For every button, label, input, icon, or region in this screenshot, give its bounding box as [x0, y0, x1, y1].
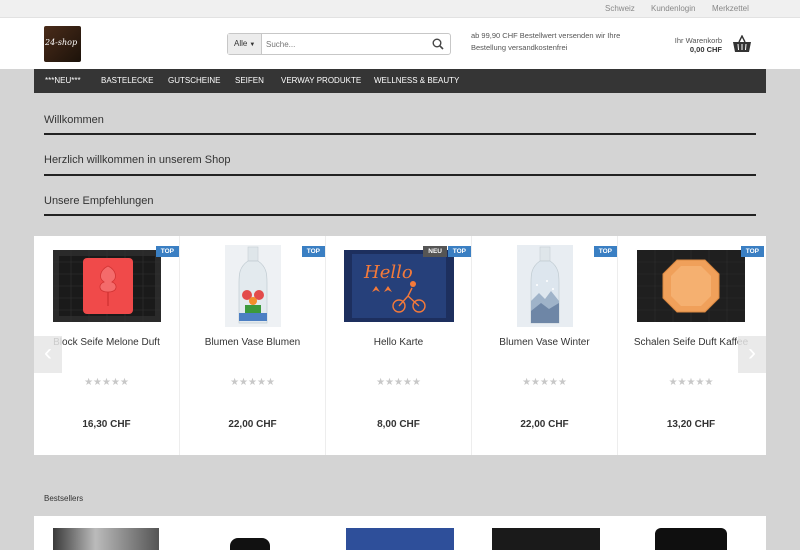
product-price: 22,00 CHF	[228, 419, 277, 430]
cart-value: 0,00 CHF	[689, 45, 722, 54]
nav-item-neu[interactable]: ***NEU***	[45, 76, 81, 85]
product-slider: TOP Block Seife Melone Duft ★★★★★ 16,30 …	[34, 236, 766, 455]
product-price: 13,20 CHF	[666, 419, 716, 430]
product-card[interactable]: TOP Blumen Vase Blumen ★★★★★ 22,00 CHF	[180, 236, 326, 455]
badge-top: TOP	[447, 246, 471, 257]
customer-login-link[interactable]: Kundenlogin	[651, 4, 695, 13]
rating-stars: ★★★★★	[376, 377, 421, 388]
product-image[interactable]: Hello	[343, 250, 454, 322]
section-welcome: Willkommen	[44, 114, 756, 135]
nav-item-seifen[interactable]: Seifen	[235, 76, 264, 85]
badge-top: TOP	[593, 246, 617, 257]
rating-stars: ★★★★★	[522, 377, 567, 388]
product-name[interactable]: Blumen Vase Blumen	[190, 336, 315, 349]
search-icon[interactable]	[432, 38, 444, 50]
rating-stars: ★★★★★	[230, 377, 275, 388]
product-card[interactable]: TOP Blumen Vase Winter ★★★★★ 22,00 CHF	[472, 236, 618, 455]
nav-item-wellness[interactable]: Wellness & Beauty	[374, 76, 459, 85]
wishlist-link[interactable]: Merkzettel	[712, 4, 749, 13]
logo-text: 24-shop	[45, 38, 78, 47]
product-price: 22,00 CHF	[520, 419, 569, 430]
section-recommendations: Unsere Empfehlungen	[44, 195, 756, 216]
bestseller-image[interactable]	[655, 528, 727, 550]
search-category-select[interactable]: Alle ▼	[228, 34, 262, 54]
product-price: 8,00 CHF	[377, 419, 420, 430]
rating-stars: ★★★★★	[668, 377, 714, 388]
product-name[interactable]: Block Seife Melone Duft	[44, 336, 169, 349]
section-greeting-title: Herzlich willkommen in unserem Shop	[44, 154, 231, 166]
product-image[interactable]	[516, 245, 573, 327]
section-welcome-title: Willkommen	[44, 114, 104, 126]
search-category-label: Alle	[234, 39, 248, 48]
search-bar: Alle ▼	[227, 33, 451, 55]
shop-logo[interactable]: 24-shop	[44, 26, 81, 62]
bestseller-image[interactable]	[492, 528, 600, 550]
caret-down-icon: ▼	[249, 42, 256, 48]
basket-icon[interactable]	[732, 35, 752, 53]
cart-title: Ihr Warenkorb	[674, 36, 722, 45]
section-divider	[44, 174, 756, 176]
hello-card-text: Hello	[363, 262, 413, 283]
cart-widget[interactable]: Ihr Warenkorb 0,00 CHF	[660, 34, 770, 58]
top-utility-bar: Schweiz Kundenlogin Merkzettel	[0, 0, 800, 18]
product-image[interactable]	[224, 245, 281, 327]
main-navigation: ***NEU*** Bastelecke Gutscheine Seifen V…	[34, 69, 766, 93]
country-link[interactable]: Schweiz	[605, 4, 635, 13]
product-price: 16,30 CHF	[82, 419, 131, 430]
shipping-note: ab 99,90 CHF Bestellwert versenden wir I…	[471, 31, 621, 52]
badge-top: TOP	[740, 246, 764, 257]
search-input[interactable]	[266, 36, 426, 52]
bestsellers-slider	[34, 516, 766, 550]
site-header: 24-shop Alle▼ ab 99,90 CHF Bestellwert v…	[0, 18, 800, 69]
product-image[interactable]	[52, 250, 161, 322]
nav-item-gutscheine[interactable]: Gutscheine	[168, 76, 220, 85]
section-greeting: Herzlich willkommen in unserem Shop	[44, 154, 756, 176]
nav-item-bastelecke[interactable]: Bastelecke	[101, 76, 153, 85]
bestseller-image[interactable]	[230, 538, 270, 550]
section-divider	[44, 214, 756, 216]
slider-next-button[interactable]: ›	[738, 336, 766, 373]
product-card[interactable]: Hello NEU TOP Hello Karte ★★★★★ 8,00 CHF	[326, 236, 472, 455]
badge-top: TOP	[301, 246, 325, 257]
product-image[interactable]	[637, 250, 745, 322]
nav-item-verway[interactable]: Verway Produkte	[281, 76, 361, 85]
badge-top: TOP	[155, 246, 179, 257]
bestseller-image[interactable]	[53, 528, 159, 550]
rating-stars: ★★★★★	[84, 377, 129, 388]
product-name[interactable]: Hello Karte	[336, 336, 461, 349]
section-recommendations-title: Unsere Empfehlungen	[44, 195, 154, 207]
slider-prev-button[interactable]: ‹	[34, 336, 62, 373]
bestseller-image[interactable]	[346, 528, 454, 550]
bestsellers-title: Bestsellers	[44, 494, 84, 503]
section-divider	[44, 133, 756, 135]
product-name[interactable]: Blumen Vase Winter	[482, 336, 607, 349]
product-name[interactable]: Schalen Seife Duft Kaffee	[628, 336, 754, 349]
badge-neu: NEU	[423, 246, 447, 257]
